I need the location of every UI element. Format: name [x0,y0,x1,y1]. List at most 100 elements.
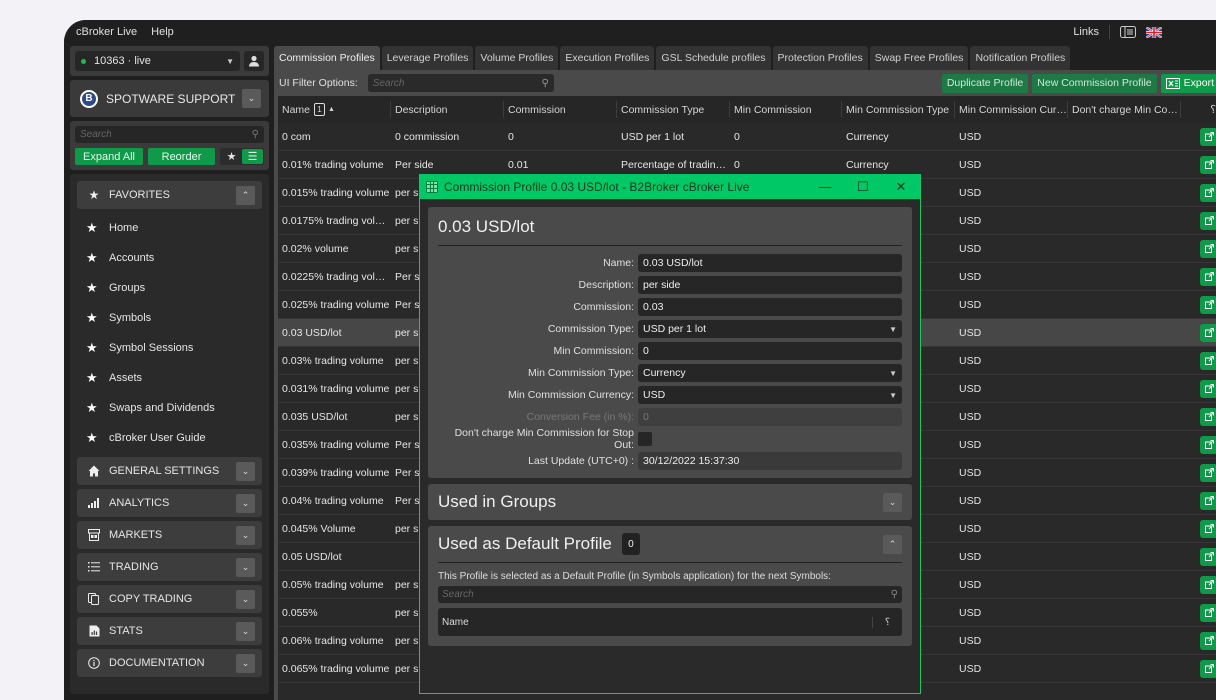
open-external-button[interactable] [1200,407,1216,426]
cell-currency: USD [959,466,982,479]
chevron-down-icon[interactable]: ⌄ [236,493,255,513]
column-header-min-commission[interactable]: Min Commission [730,101,842,118]
tab-notification-profiles[interactable]: Notification Profiles [970,46,1071,70]
sidebar-item-assets[interactable]: ★ Assets [77,363,262,393]
sidebar-item-symbol-sessions[interactable]: ★ Symbol Sessions [77,333,262,363]
duplicate-profile-button[interactable]: Duplicate Profile [941,73,1029,93]
filter-search-input[interactable]: Search ⚲ [367,74,554,92]
column-header-min-commission-type[interactable]: Min Commission Type [842,101,955,118]
new-commission-profile-button[interactable]: New Commission Profile [1032,73,1157,93]
chevron-up-icon[interactable]: ⌃ [236,185,255,205]
section-copy-trading[interactable]: COPY TRADING ⌄ [77,585,262,613]
list-view-icon[interactable]: ☰ [242,149,263,164]
chevron-down-icon[interactable]: ⌄ [242,89,261,108]
field-input[interactable]: 0.03 [638,298,902,316]
user-button[interactable] [244,51,264,71]
open-external-button[interactable] [1200,239,1216,258]
table-row[interactable]: 0 com 0 commission 0 USD per 1 lot 0 Currency… [278,123,1216,151]
column-name[interactable]: Name [442,617,469,628]
open-external-button[interactable] [1200,547,1216,566]
chevron-down-icon[interactable]: ⌄ [883,492,902,512]
tab-commission-profiles[interactable]: Commission Profiles [274,46,380,70]
tab-protection-profiles[interactable]: Protection Profiles [772,46,868,70]
close-icon[interactable]: ✕ [882,179,920,195]
minimize-icon[interactable]: — [806,179,844,195]
field-input[interactable]: 0.03 USD/lot [638,254,902,272]
profile-heading: 0.03 USD/lot [438,207,902,246]
open-external-button[interactable] [1200,127,1216,146]
chevron-down-icon[interactable]: ⌄ [236,525,255,545]
section-stats[interactable]: STATS ⌄ [77,617,262,645]
external-link-icon [1204,580,1214,589]
expand-all-button[interactable]: Expand All [75,148,143,165]
menu-cbroker-live[interactable]: cBroker Live [76,26,137,38]
column-header-min-commission-cur[interactable]: Min Commission Cur… [955,101,1068,118]
column-header-commission-type[interactable]: Commission Type [617,101,730,118]
search-icon: ⚲ [251,129,259,140]
section-documentation[interactable]: DOCUMENTATION ⌄ [77,649,262,677]
maximize-icon[interactable]: ☐ [844,179,882,195]
open-external-button[interactable] [1200,603,1216,622]
sidebar-item-swaps-and-dividends[interactable]: ★ Swaps and Dividends [77,393,262,423]
sidebar-item-home[interactable]: ★ Home [77,213,262,243]
symbols-search-input[interactable]: Search ⚲ [438,586,902,603]
open-external-button[interactable] [1200,211,1216,230]
tab-leverage-profiles[interactable]: Leverage Profiles [381,46,474,70]
links-menu[interactable]: Links [1073,26,1099,38]
column-chooser-icon[interactable]: ⸮ [872,616,902,628]
chevron-down-icon[interactable]: ⌄ [236,461,255,481]
chevron-down-icon[interactable]: ⌄ [236,621,255,641]
open-external-button[interactable] [1200,295,1216,314]
open-external-button[interactable] [1200,267,1216,286]
open-external-button[interactable] [1200,379,1216,398]
open-external-button[interactable] [1200,491,1216,510]
field-select[interactable]: Currency ▼ [638,364,902,382]
section-analytics[interactable]: ANALYTICS ⌄ [77,489,262,517]
open-external-button[interactable] [1200,155,1216,174]
column-header-name[interactable]: Name 1 ▲ [278,101,391,118]
open-external-button[interactable] [1200,659,1216,678]
account-selector[interactable]: 10363 · live ▼ [75,51,240,71]
sidebar-item-cbroker-user-guide[interactable]: ★ cBroker User Guide [77,423,262,453]
sidebar-search-input[interactable]: Search ⚲ [75,126,264,143]
section-markets[interactable]: MARKETS ⌄ [77,521,262,549]
dialog-title-bar[interactable]: Commission Profile 0.03 USD/lot - B2Brok… [420,174,920,199]
column-header-commission[interactable]: Commission [504,101,617,118]
stop-out-checkbox[interactable] [638,432,652,446]
field-select[interactable]: USD per 1 lot ▼ [638,320,902,338]
chevron-down-icon[interactable]: ⌄ [236,589,255,609]
open-external-button[interactable] [1200,631,1216,650]
sidebar-item-groups[interactable]: ★ Groups [77,273,262,303]
open-external-button[interactable] [1200,435,1216,454]
chevron-up-icon[interactable]: ⌃ [883,534,902,554]
sidebar-item-symbols[interactable]: ★ Symbols [77,303,262,333]
chevron-down-icon[interactable]: ⌄ [236,557,255,577]
field-select[interactable]: USD ▼ [638,386,902,404]
star-view-icon[interactable]: ★ [221,149,242,164]
open-external-button[interactable] [1200,463,1216,482]
field-input[interactable]: 0 [638,342,902,360]
open-external-button[interactable] [1200,575,1216,594]
field-input[interactable]: per side [638,276,902,294]
section-general-settings[interactable]: GENERAL SETTINGS ⌄ [77,457,262,485]
column-header-don-t-charge-min-co[interactable]: Don't charge Min Co… [1068,101,1181,118]
open-external-button[interactable] [1200,351,1216,370]
tab-gsl-schedule-profiles[interactable]: GSL Schedule profiles [656,46,771,70]
layout-panel-icon[interactable] [1120,26,1136,38]
tab-execution-profiles[interactable]: Execution Profiles [560,46,655,70]
menu-help[interactable]: Help [151,26,174,38]
export-button[interactable]: Export [1160,73,1216,93]
section-favorites[interactable]: ★ FAVORITES ⌃ [77,181,262,209]
chevron-down-icon[interactable]: ⌄ [236,653,255,673]
reorder-button[interactable]: Reorder [148,148,215,165]
open-external-button[interactable] [1200,323,1216,342]
sidebar-item-accounts[interactable]: ★ Accounts [77,243,262,273]
column-chooser-icon[interactable]: ⸮ [1210,103,1216,116]
open-external-button[interactable] [1200,519,1216,538]
uk-flag-icon[interactable] [1146,26,1162,38]
tab-volume-profiles[interactable]: Volume Profiles [475,46,559,70]
tab-swap-free-profiles[interactable]: Swap Free Profiles [869,46,969,70]
open-external-button[interactable] [1200,183,1216,202]
section-trading[interactable]: TRADING ⌄ [77,553,262,581]
column-header-description[interactable]: Description [391,101,504,118]
